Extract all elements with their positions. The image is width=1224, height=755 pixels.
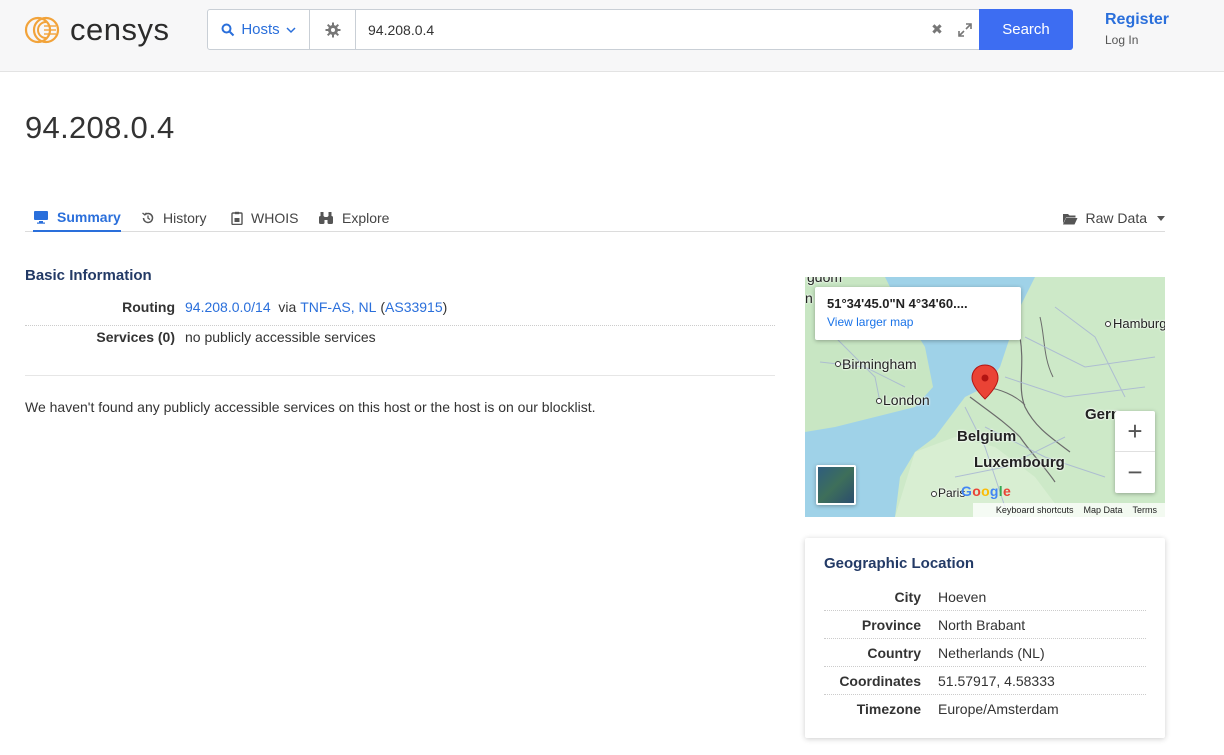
routing-row: Routing 94.208.0.0/14 via TNF-AS, NL (AS… (25, 299, 775, 326)
geo-label: City (894, 589, 921, 605)
map-footer: Keyboard shortcuts Map Data Terms (973, 503, 1165, 517)
geo-row-city: City Hoeven (824, 583, 1146, 611)
geo-row-province: Province North Brabant (824, 611, 1146, 639)
tab-summary-label: Summary (57, 208, 121, 225)
tab-explore[interactable]: Explore (318, 203, 389, 232)
geographic-location-card: Geographic Location City Hoeven Province… (805, 538, 1165, 738)
login-link[interactable]: Log In (1105, 33, 1138, 47)
geo-label: Coordinates (839, 673, 921, 689)
monitor-icon (34, 210, 48, 224)
geo-value: Netherlands (NL) (938, 645, 1045, 661)
tab-explore-label: Explore (342, 209, 390, 226)
censys-logo-icon (24, 16, 60, 44)
tab-whois-label: WHOIS (251, 209, 299, 226)
map-label-london: London (883, 392, 930, 408)
google-logo: Google (961, 483, 1012, 499)
geo-value: Hoeven (938, 589, 987, 605)
close-paren: ) (442, 299, 448, 315)
geo-label: Province (861, 617, 921, 633)
no-services-notice: We haven't found any publicly accessible… (25, 399, 596, 415)
close-icon: ✖ (931, 21, 943, 37)
raw-data-label: Raw Data (1085, 210, 1147, 226)
map-label-n-partial: n (805, 290, 813, 306)
tab-summary[interactable]: Summary (33, 203, 121, 232)
basic-information-title: Basic Information (25, 267, 152, 284)
keyboard-shortcuts-link[interactable]: Keyboard shortcuts (996, 505, 1074, 515)
search-input[interactable] (356, 10, 923, 49)
geographic-location-title: Geographic Location (824, 555, 975, 572)
search-icon (221, 23, 235, 36)
expand-icon (958, 22, 972, 37)
geo-label: Timezone (856, 701, 921, 717)
tab-history-label: History (163, 209, 207, 226)
search-settings-button[interactable] (310, 10, 356, 49)
zoom-out-button[interactable]: − (1115, 452, 1155, 493)
services-value: no publicly accessible services (185, 329, 376, 345)
map-label-belgium: Belgium (957, 428, 1017, 445)
map-info-card: 51°34'45.0"N 4°34'60.... View larger map (815, 287, 1021, 340)
tab-bar: Summary History WHOIS Explore Raw Data (25, 203, 1165, 232)
folder-open-icon (1062, 213, 1078, 224)
geo-row-country: Country Netherlands (NL) (824, 639, 1146, 667)
search-type-dropdown[interactable]: Hosts (208, 10, 310, 49)
page-title: 94.208.0.4 (25, 110, 175, 145)
as-name-link[interactable]: TNF-AS, NL (300, 299, 376, 315)
history-icon (142, 211, 154, 223)
caret-down-icon (1157, 215, 1165, 221)
map-coordinates: 51°34'45.0"N 4°34'60.... (827, 296, 968, 311)
satellite-layer-toggle[interactable] (816, 465, 856, 505)
routing-via-text: via (278, 299, 297, 315)
logo-text: censys (70, 12, 170, 47)
chevron-down-icon (286, 26, 296, 33)
services-label: Services (0) (96, 329, 175, 345)
routing-label: Routing (122, 299, 175, 315)
search-type-label: Hosts (241, 21, 280, 38)
map-label-luxembourg: Luxembourg (974, 454, 1065, 471)
raw-data-dropdown[interactable]: Raw Data (1062, 205, 1165, 231)
geo-value: Europe/Amsterdam (938, 701, 1059, 717)
map-label-kingdom-partial: gdom (807, 277, 843, 285)
gear-icon (325, 22, 340, 37)
search-button[interactable]: Search (979, 9, 1073, 50)
terms-link[interactable]: Terms (1133, 505, 1158, 515)
tab-whois[interactable]: WHOIS (231, 203, 298, 232)
censys-logo[interactable]: censys (24, 12, 169, 48)
binoculars-icon (319, 211, 333, 224)
zoom-in-button[interactable]: + (1115, 411, 1155, 452)
expand-search-button[interactable] (951, 10, 979, 49)
top-bar: censys Hosts 94.208.0.4 ✖ Search Registe… (0, 0, 1224, 72)
map-zoom-controls: + − (1115, 411, 1155, 493)
routing-value: 94.208.0.0/14 via TNF-AS, NL (AS33915) (185, 299, 447, 315)
document-icon (231, 211, 243, 225)
clear-search-button[interactable]: ✖ (923, 10, 951, 49)
geo-row-coordinates: Coordinates 51.57917, 4.58333 (824, 667, 1146, 695)
map-data-link[interactable]: Map Data (1083, 505, 1122, 515)
geo-value: 51.57917, 4.58333 (938, 673, 1055, 689)
geo-row-timezone: Timezone Europe/Amsterdam (824, 695, 1146, 723)
geo-value: North Brabant (938, 617, 1026, 633)
routing-prefix-link[interactable]: 94.208.0.0/14 (185, 299, 271, 315)
view-larger-map-link[interactable]: View larger map (827, 315, 1009, 329)
search-bar: Hosts 94.208.0.4 ✖ Search (207, 9, 1073, 50)
tab-history[interactable]: History (141, 203, 207, 232)
register-link[interactable]: Register (1105, 11, 1169, 29)
services-row: Services (0) no publicly accessible serv… (25, 329, 775, 359)
section-divider (25, 375, 775, 376)
map-label-hamburg: Hamburg (1113, 316, 1165, 331)
asn-link[interactable]: AS33915 (385, 299, 443, 315)
geo-label: Country (867, 645, 921, 661)
map-label-birmingham: Birmingham (842, 356, 917, 372)
location-map[interactable]: gdom n Birmingham London Hamburg Gern Be… (805, 277, 1165, 517)
